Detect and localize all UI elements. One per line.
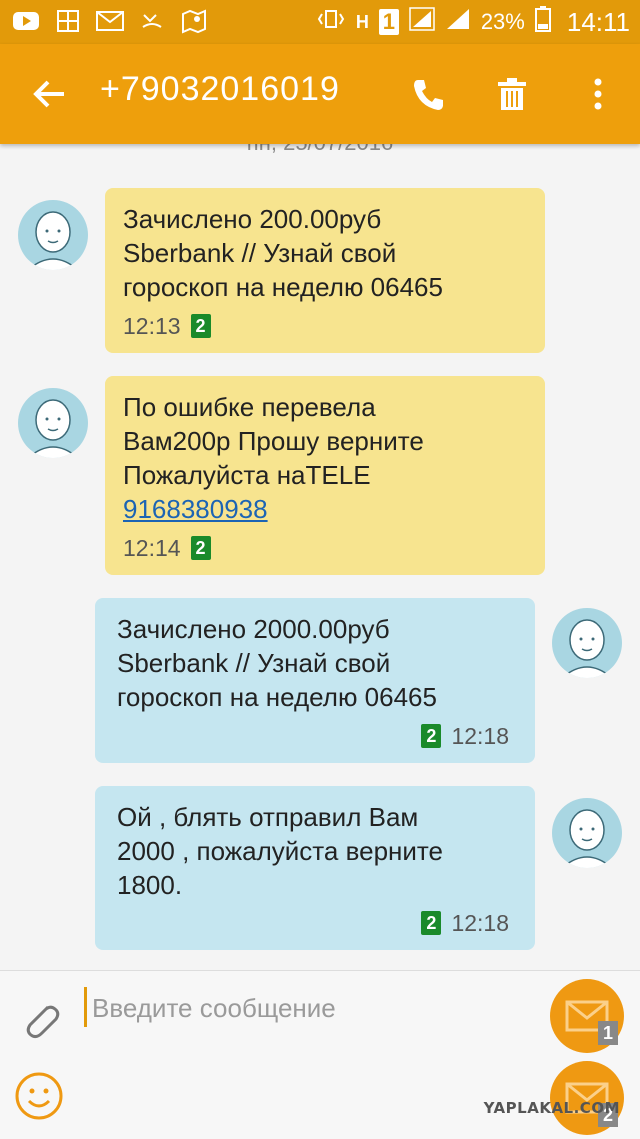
signal-icon <box>409 7 435 37</box>
message-bubble-outgoing[interactable]: Ой , блять отправил Вам 2000 , пожалуйст… <box>95 786 535 950</box>
message-meta: 12:13 2 <box>123 309 211 343</box>
more-vert-icon <box>594 78 602 110</box>
contact-avatar[interactable] <box>18 388 88 458</box>
person-icon <box>27 399 79 458</box>
message-time: 12:13 <box>123 313 181 339</box>
attach-button[interactable] <box>18 997 62 1041</box>
conversation-toolbar: +79032016019 <box>0 44 640 144</box>
my-avatar[interactable] <box>552 608 622 678</box>
clock: 14:11 <box>566 6 630 37</box>
sim-number: 1 <box>598 1021 618 1045</box>
emoji-button[interactable] <box>14 1071 64 1121</box>
message-meta: 12:14 2 <box>123 531 211 565</box>
sim-badge: 2 <box>421 911 442 935</box>
paperclip-icon <box>26 1005 60 1039</box>
mail-icon <box>96 8 124 34</box>
person-icon <box>27 211 79 270</box>
message-bubble-outgoing[interactable]: Зачислено 2000.00руб Sberbank // Узнай с… <box>95 598 535 763</box>
send-sim1-button[interactable]: 1 <box>550 979 624 1053</box>
phone-icon <box>414 80 443 110</box>
message-bubble-incoming[interactable]: Зачислено 200.00руб Sberbank // Узнай св… <box>105 188 545 353</box>
text-cursor <box>84 987 87 1027</box>
sim-badge: 2 <box>190 314 211 338</box>
battery-icon <box>534 6 551 38</box>
delete-button[interactable] <box>492 74 532 114</box>
message-input[interactable]: Введите сообщение <box>92 993 336 1024</box>
map-icon <box>180 8 208 34</box>
composer: Введите сообщение 1 2 YAPLAKAL.COM <box>0 970 640 1139</box>
call-button[interactable] <box>408 74 448 114</box>
vibrate-icon <box>316 8 346 36</box>
message-time: 12:18 <box>451 910 509 936</box>
smiley-icon <box>15 1072 63 1120</box>
message-time: 12:18 <box>451 723 509 749</box>
missed-call-icon <box>138 8 166 34</box>
message-time: 12:14 <box>123 535 181 561</box>
signal-icon-2 <box>445 7 471 37</box>
network-type-label: H <box>355 11 369 32</box>
back-button[interactable] <box>28 72 72 116</box>
send-sim2-button[interactable]: 2 <box>550 1061 624 1135</box>
message-meta: 2 12:18 <box>421 719 509 753</box>
contact-title: +79032016019 <box>100 70 340 108</box>
battery-level: 23% <box>480 9 525 34</box>
message-text: Зачислено 200.00руб Sberbank // Узнай св… <box>123 204 443 302</box>
message-text: Зачислено 2000.00руб Sberbank // Узнай с… <box>117 614 437 712</box>
sim-indicator: 1 <box>378 9 399 35</box>
sim-badge: 2 <box>190 536 211 560</box>
phone-link[interactable]: 9168380938 <box>123 492 527 526</box>
message-text: Ой , блять отправил Вам 2000 , пожалуйст… <box>117 802 444 900</box>
message-text: По ошибке перевела Вам200р Прошу верните… <box>123 392 424 490</box>
message-meta: 2 12:18 <box>421 906 509 940</box>
message-bubble-incoming[interactable]: По ошибке перевела Вам200р Прошу верните… <box>105 376 545 575</box>
watermark: YAPLAKAL.COM <box>483 1099 620 1117</box>
person-icon <box>561 619 613 678</box>
youtube-icon <box>12 8 40 34</box>
status-bar: H 1 23% 14:11 <box>0 0 640 44</box>
person-icon <box>561 809 613 868</box>
my-avatar[interactable] <box>552 798 622 868</box>
grid-app-icon <box>54 8 82 34</box>
contact-avatar[interactable] <box>18 200 88 270</box>
trash-icon <box>498 78 526 110</box>
sim-badge: 2 <box>421 724 442 748</box>
more-options-button[interactable] <box>578 74 618 114</box>
arrow-left-icon <box>33 80 64 108</box>
